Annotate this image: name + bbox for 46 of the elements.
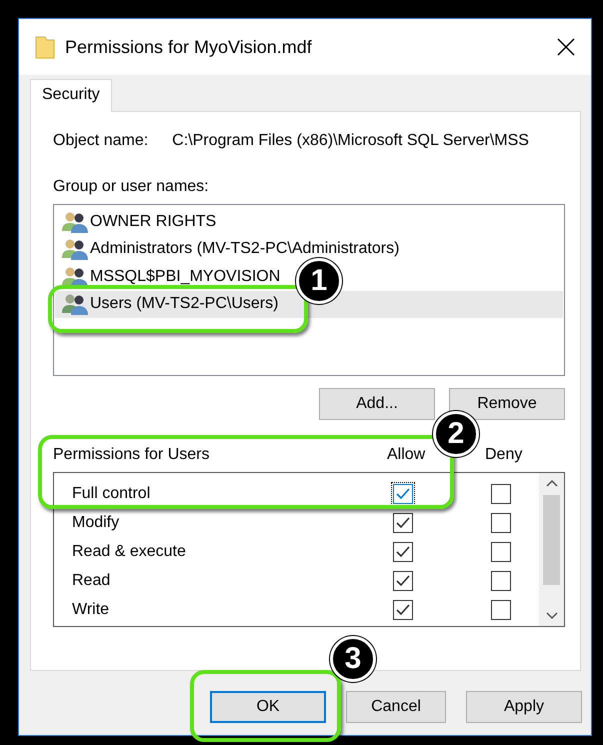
permissions-title: Permissions for Users	[53, 446, 210, 465]
check-icon	[396, 488, 410, 500]
window-title: Permissions for MyoVision.mdf	[65, 36, 313, 58]
deny-checkbox[interactable]	[491, 570, 511, 590]
users-icon	[62, 293, 88, 316]
deny-checkbox[interactable]	[491, 542, 511, 562]
tab[interactable]: Security	[30, 79, 112, 112]
allow-checkbox[interactable]	[393, 484, 413, 504]
column-header: Allow	[387, 446, 426, 465]
deny-checkbox[interactable]	[491, 600, 511, 620]
check-icon	[396, 516, 410, 528]
group-item[interactable]: OWNER RIGHTS	[55, 208, 220, 236]
allow-checkbox[interactable]	[393, 570, 413, 590]
allow-checkbox[interactable]	[393, 542, 413, 562]
dialog-button[interactable]: OK	[210, 691, 326, 723]
permission-name: Full control	[72, 484, 152, 502]
deny-checkbox[interactable]	[491, 512, 511, 532]
group-button[interactable]: Add...	[319, 388, 435, 420]
dialog-button[interactable]: Cancel	[346, 691, 446, 723]
permission-name: Read	[72, 572, 112, 590]
permission-name: Read & execute	[72, 542, 187, 560]
dialog-button[interactable]: Apply	[466, 691, 582, 723]
folder-icon	[35, 35, 55, 59]
close-icon	[557, 38, 575, 56]
users-icon	[62, 210, 88, 233]
allow-checkbox[interactable]	[393, 512, 413, 532]
group-list-label: Group or user names:	[53, 178, 210, 196]
check-icon	[396, 604, 410, 616]
permission-name: Modify	[72, 514, 120, 532]
object-name-label: Object name:	[53, 132, 148, 151]
group-item[interactable]: Users (MV-TS2-PC\Users)	[55, 290, 563, 318]
scroll-down-icon[interactable]	[546, 612, 558, 620]
scroll-up-icon[interactable]	[546, 479, 558, 487]
scrollbar[interactable]	[539, 473, 564, 626]
scroll-thumb[interactable]	[543, 495, 560, 585]
group-button[interactable]: Remove	[449, 388, 565, 420]
check-icon	[396, 546, 410, 558]
users-icon	[62, 266, 88, 288]
allow-checkbox[interactable]	[393, 600, 413, 620]
deny-checkbox[interactable]	[491, 484, 511, 504]
column-header: Deny	[485, 446, 524, 465]
object-name-value: C:\Program Files (x86)\Microsoft SQL Server\MSS	[172, 132, 529, 151]
group-item[interactable]: MSSQL$PBI_MYOVISION	[55, 263, 284, 290]
permission-name: Write	[72, 600, 110, 618]
users-icon	[62, 238, 88, 260]
check-icon	[396, 574, 410, 586]
